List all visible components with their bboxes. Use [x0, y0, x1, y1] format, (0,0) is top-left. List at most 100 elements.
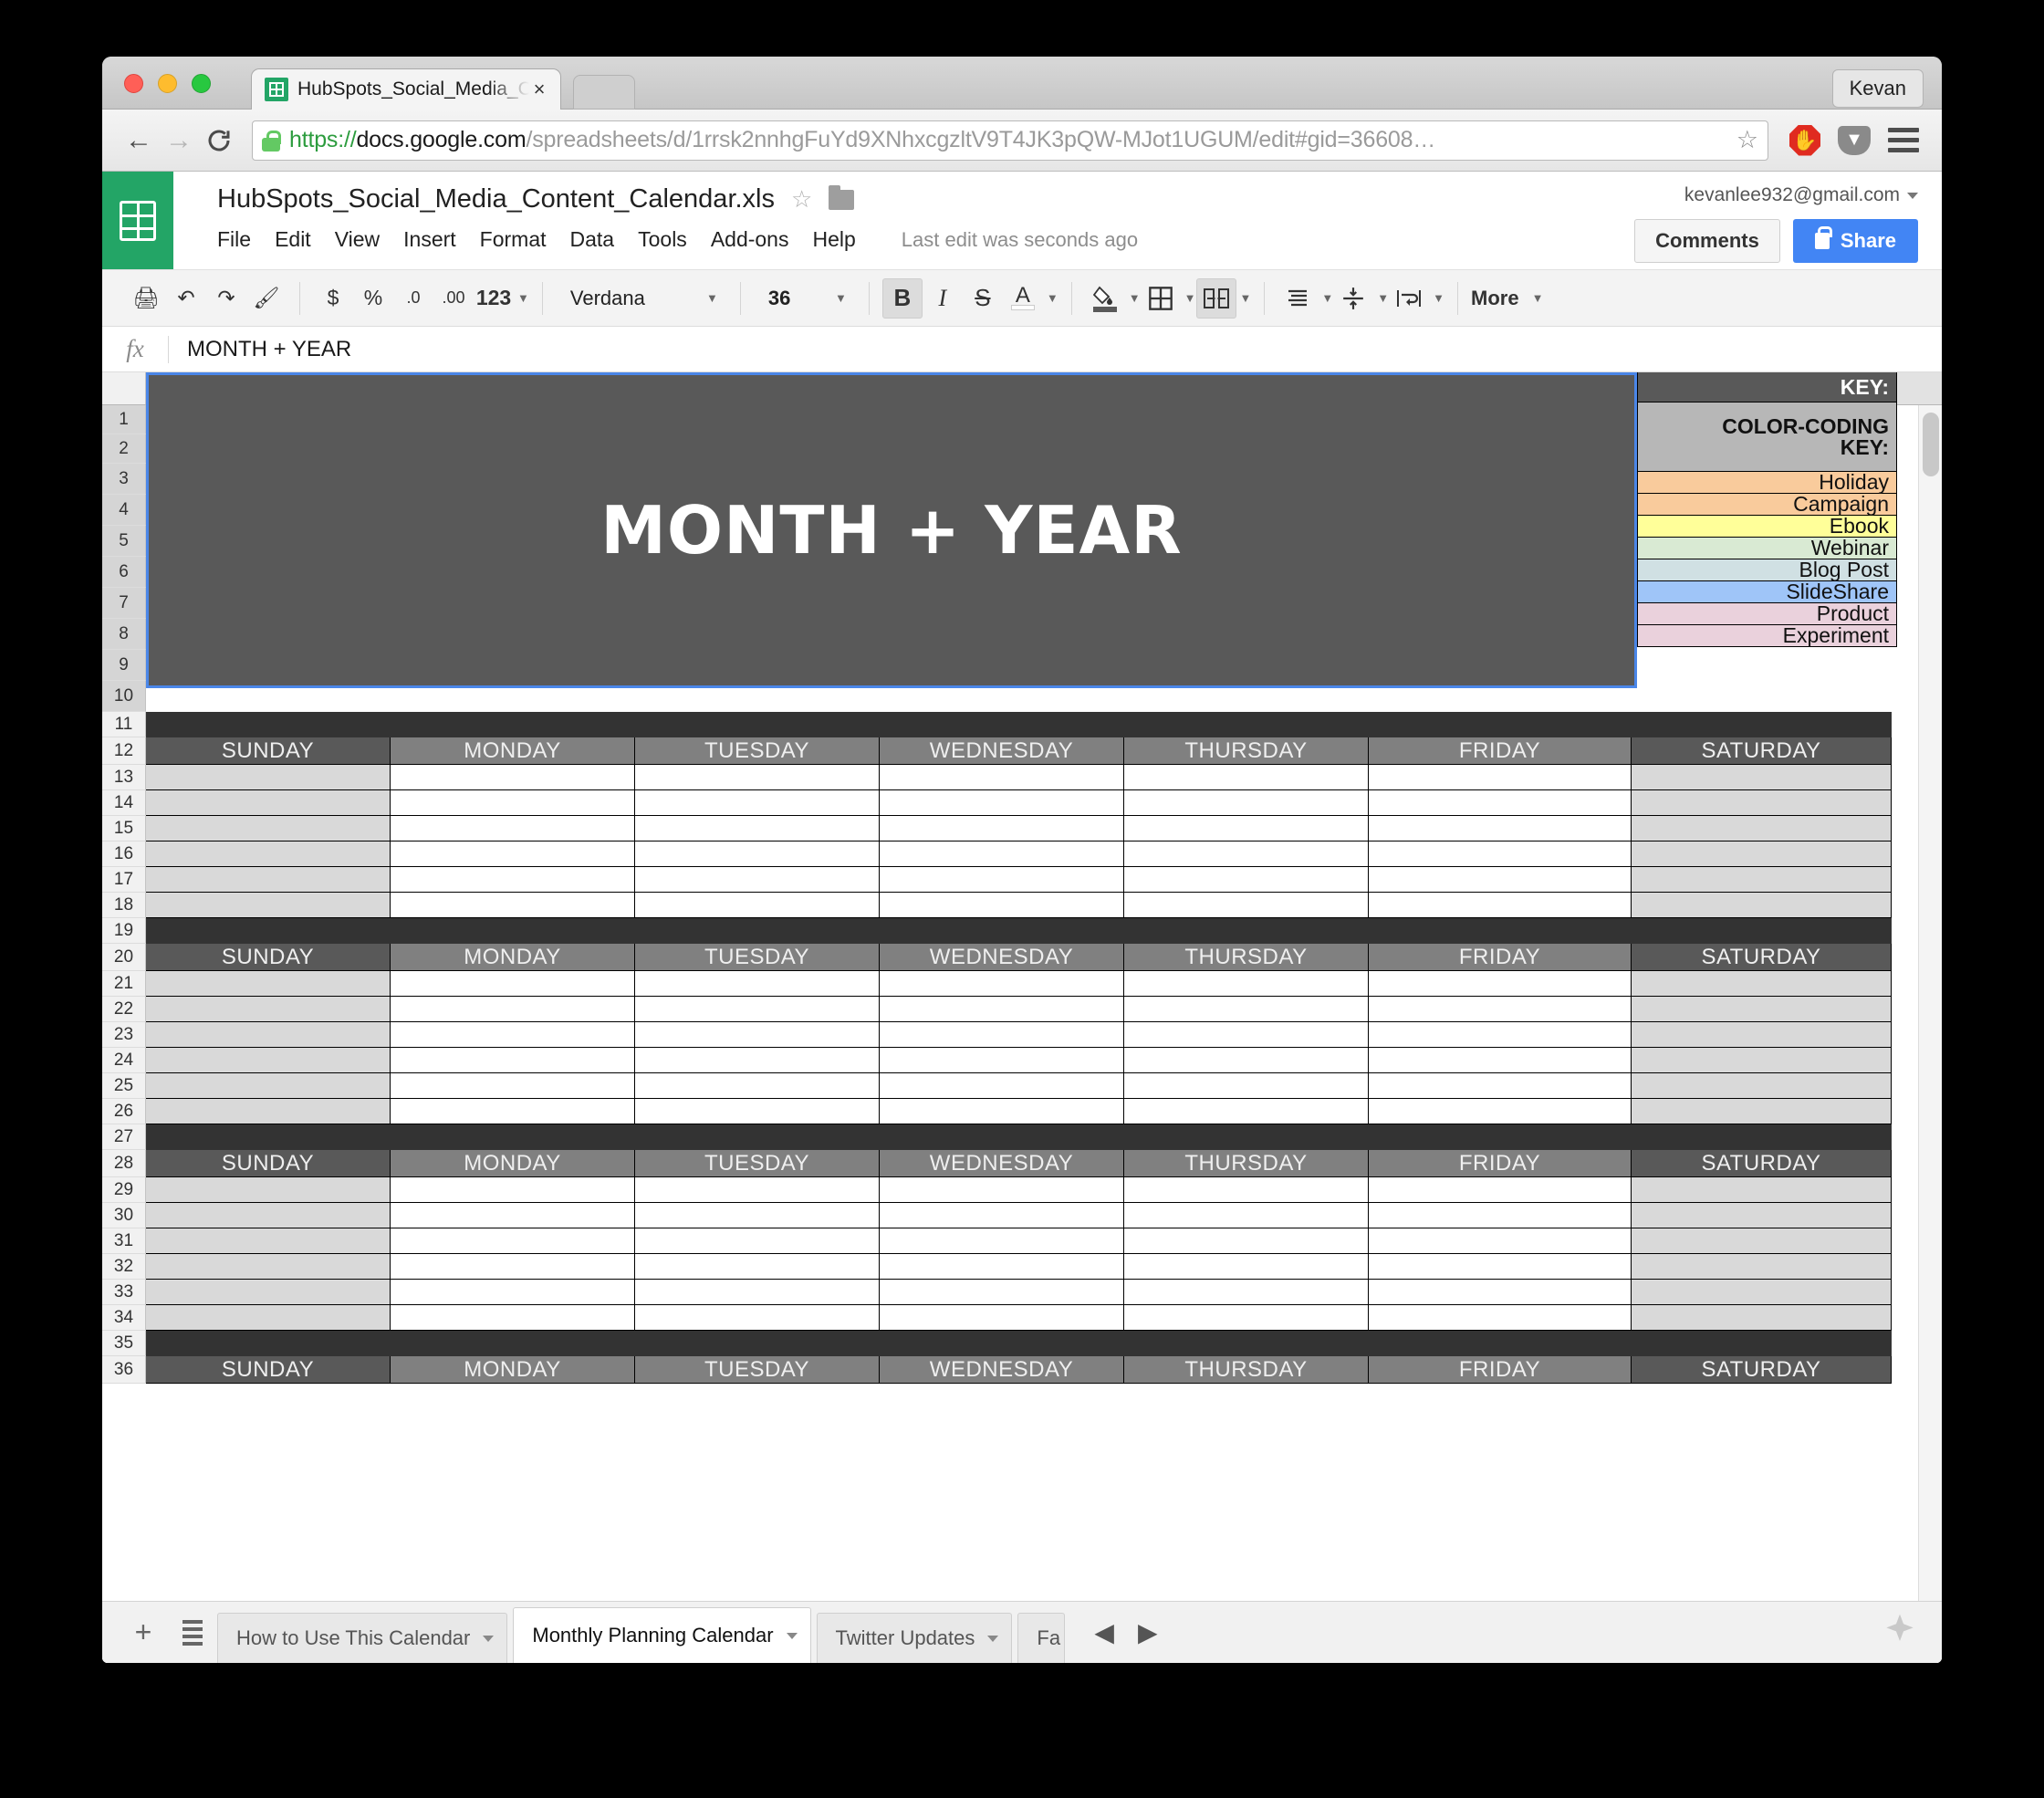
calendar-cell[interactable]: [880, 1177, 1124, 1203]
row-header-1[interactable]: 1: [102, 405, 146, 434]
chevron-down-icon[interactable]: ▼: [1321, 291, 1333, 305]
chevron-down-icon[interactable]: ▼: [1377, 291, 1389, 305]
row-header-8[interactable]: 8: [102, 619, 146, 650]
calendar-cell[interactable]: [1632, 971, 1892, 997]
calendar-cell[interactable]: [635, 1254, 880, 1280]
calendar-cell[interactable]: [1632, 1073, 1892, 1099]
bold-button[interactable]: B: [881, 277, 923, 319]
calendar-cell[interactable]: [635, 867, 880, 893]
increase-decimal-button[interactable]: .00: [433, 278, 474, 319]
chevron-down-icon[interactable]: [483, 1635, 495, 1642]
calendar-cell[interactable]: [1632, 1280, 1892, 1305]
calendar-cell[interactable]: [880, 1099, 1124, 1124]
key-item-blog-post[interactable]: Blog Post: [1637, 558, 1897, 581]
calendar-cell[interactable]: [1632, 1305, 1892, 1331]
weekday-header-wednesday[interactable]: WEDNESDAY: [880, 1150, 1124, 1177]
menu-edit[interactable]: Edit: [275, 227, 311, 252]
calendar-cell[interactable]: [146, 893, 391, 918]
calendar-cell[interactable]: [391, 971, 635, 997]
calendar-cell[interactable]: [1124, 997, 1369, 1022]
calendar-cell[interactable]: [880, 816, 1124, 842]
row-header-28[interactable]: 28: [102, 1150, 146, 1177]
week-divider-cell[interactable]: [880, 1331, 1124, 1356]
week-divider-cell[interactable]: [1632, 1124, 1892, 1150]
calendar-cell[interactable]: [1369, 1203, 1632, 1228]
week-divider-cell[interactable]: [391, 1124, 635, 1150]
calendar-cell[interactable]: [1632, 765, 1892, 790]
document-title[interactable]: HubSpots_Social_Media_Content_Calendar.x…: [217, 184, 775, 214]
calendar-cell[interactable]: [391, 1305, 635, 1331]
calendar-cell[interactable]: [635, 1177, 880, 1203]
calendar-cell[interactable]: [146, 1280, 391, 1305]
vertical-scrollbar[interactable]: ▲ ▼: [1918, 405, 1942, 1663]
calendar-cell[interactable]: [146, 1203, 391, 1228]
menu-view[interactable]: View: [335, 227, 380, 252]
calendar-cell[interactable]: [1124, 1022, 1369, 1048]
bookmark-star-icon[interactable]: ☆: [1727, 126, 1758, 154]
week-divider-cell[interactable]: [1369, 712, 1632, 737]
calendar-cell[interactable]: [1124, 765, 1369, 790]
forward-icon[interactable]: →: [159, 120, 199, 161]
calendar-cell[interactable]: [1124, 842, 1369, 867]
chevron-down-icon[interactable]: ▼: [1240, 291, 1252, 305]
week-divider-cell[interactable]: [146, 918, 391, 944]
weekday-header-monday[interactable]: MONDAY: [391, 1356, 635, 1384]
weekday-header-friday[interactable]: FRIDAY: [1369, 737, 1632, 765]
calendar-cell[interactable]: [1369, 997, 1632, 1022]
calendar-cell[interactable]: [1369, 1254, 1632, 1280]
calendar-cell[interactable]: [146, 1305, 391, 1331]
row-header-23[interactable]: 23: [102, 1022, 146, 1048]
calendar-cell[interactable]: [1124, 867, 1369, 893]
calendar-cell[interactable]: [635, 790, 880, 816]
week-divider-cell[interactable]: [1124, 1331, 1369, 1356]
back-icon[interactable]: ←: [119, 120, 159, 161]
weekday-header-sunday[interactable]: SUNDAY: [146, 1150, 391, 1177]
calendar-cell[interactable]: [1124, 1280, 1369, 1305]
weekday-header-thursday[interactable]: THURSDAY: [1124, 737, 1369, 765]
sheet-tab-how-to-use[interactable]: How to Use This Calendar: [217, 1612, 508, 1663]
row-header-17[interactable]: 17: [102, 867, 146, 893]
calendar-cell[interactable]: [146, 1022, 391, 1048]
new-tab-button[interactable]: [573, 75, 635, 110]
adblock-icon[interactable]: ✋: [1783, 119, 1827, 162]
row-header-12[interactable]: 12: [102, 737, 146, 765]
row-header-24[interactable]: 24: [102, 1048, 146, 1073]
calendar-cell[interactable]: [1369, 1099, 1632, 1124]
comments-button[interactable]: Comments: [1634, 219, 1780, 263]
calendar-cell[interactable]: [1632, 1177, 1892, 1203]
row-header-15[interactable]: 15: [102, 816, 146, 842]
calendar-cell[interactable]: [880, 971, 1124, 997]
calendar-cell[interactable]: [1632, 997, 1892, 1022]
key-item-experiment[interactable]: Experiment: [1637, 623, 1897, 647]
all-sheets-icon[interactable]: [168, 1608, 217, 1657]
weekday-header-friday[interactable]: FRIDAY: [1369, 944, 1632, 971]
star-icon[interactable]: ☆: [791, 185, 812, 214]
weekday-header-thursday[interactable]: THURSDAY: [1124, 944, 1369, 971]
text-color-button[interactable]: A: [1003, 278, 1043, 319]
formula-bar[interactable]: fx MONTH + YEAR: [102, 327, 1942, 372]
calendar-cell[interactable]: [146, 816, 391, 842]
week-divider-cell[interactable]: [146, 1124, 391, 1150]
calendar-cell[interactable]: [391, 1228, 635, 1254]
calendar-cell[interactable]: [880, 1228, 1124, 1254]
italic-button[interactable]: I: [923, 278, 963, 319]
calendar-cell[interactable]: [391, 1099, 635, 1124]
vertical-scroll-thumb[interactable]: [1923, 413, 1939, 476]
row-header-11[interactable]: 11: [102, 712, 146, 737]
calendar-cell[interactable]: [635, 1073, 880, 1099]
menu-insert[interactable]: Insert: [403, 227, 456, 252]
key-item-campaign[interactable]: Campaign: [1637, 492, 1897, 516]
key-item-holiday[interactable]: Holiday: [1637, 470, 1897, 494]
month-year-banner[interactable]: MONTH + YEAR: [146, 372, 1637, 688]
decrease-decimal-button[interactable]: .0: [393, 278, 433, 319]
row-header-3[interactable]: 3: [102, 464, 146, 495]
calendar-cell[interactable]: [146, 1048, 391, 1073]
calendar-cell[interactable]: [1632, 1099, 1892, 1124]
calendar-cell[interactable]: [146, 867, 391, 893]
key-item-ebook[interactable]: Ebook: [1637, 514, 1897, 538]
sheets-logo-icon[interactable]: [102, 172, 173, 269]
week-divider-cell[interactable]: [880, 918, 1124, 944]
week-divider-cell[interactable]: [1124, 712, 1369, 737]
calendar-cell[interactable]: [880, 1305, 1124, 1331]
calendar-cell[interactable]: [1369, 790, 1632, 816]
